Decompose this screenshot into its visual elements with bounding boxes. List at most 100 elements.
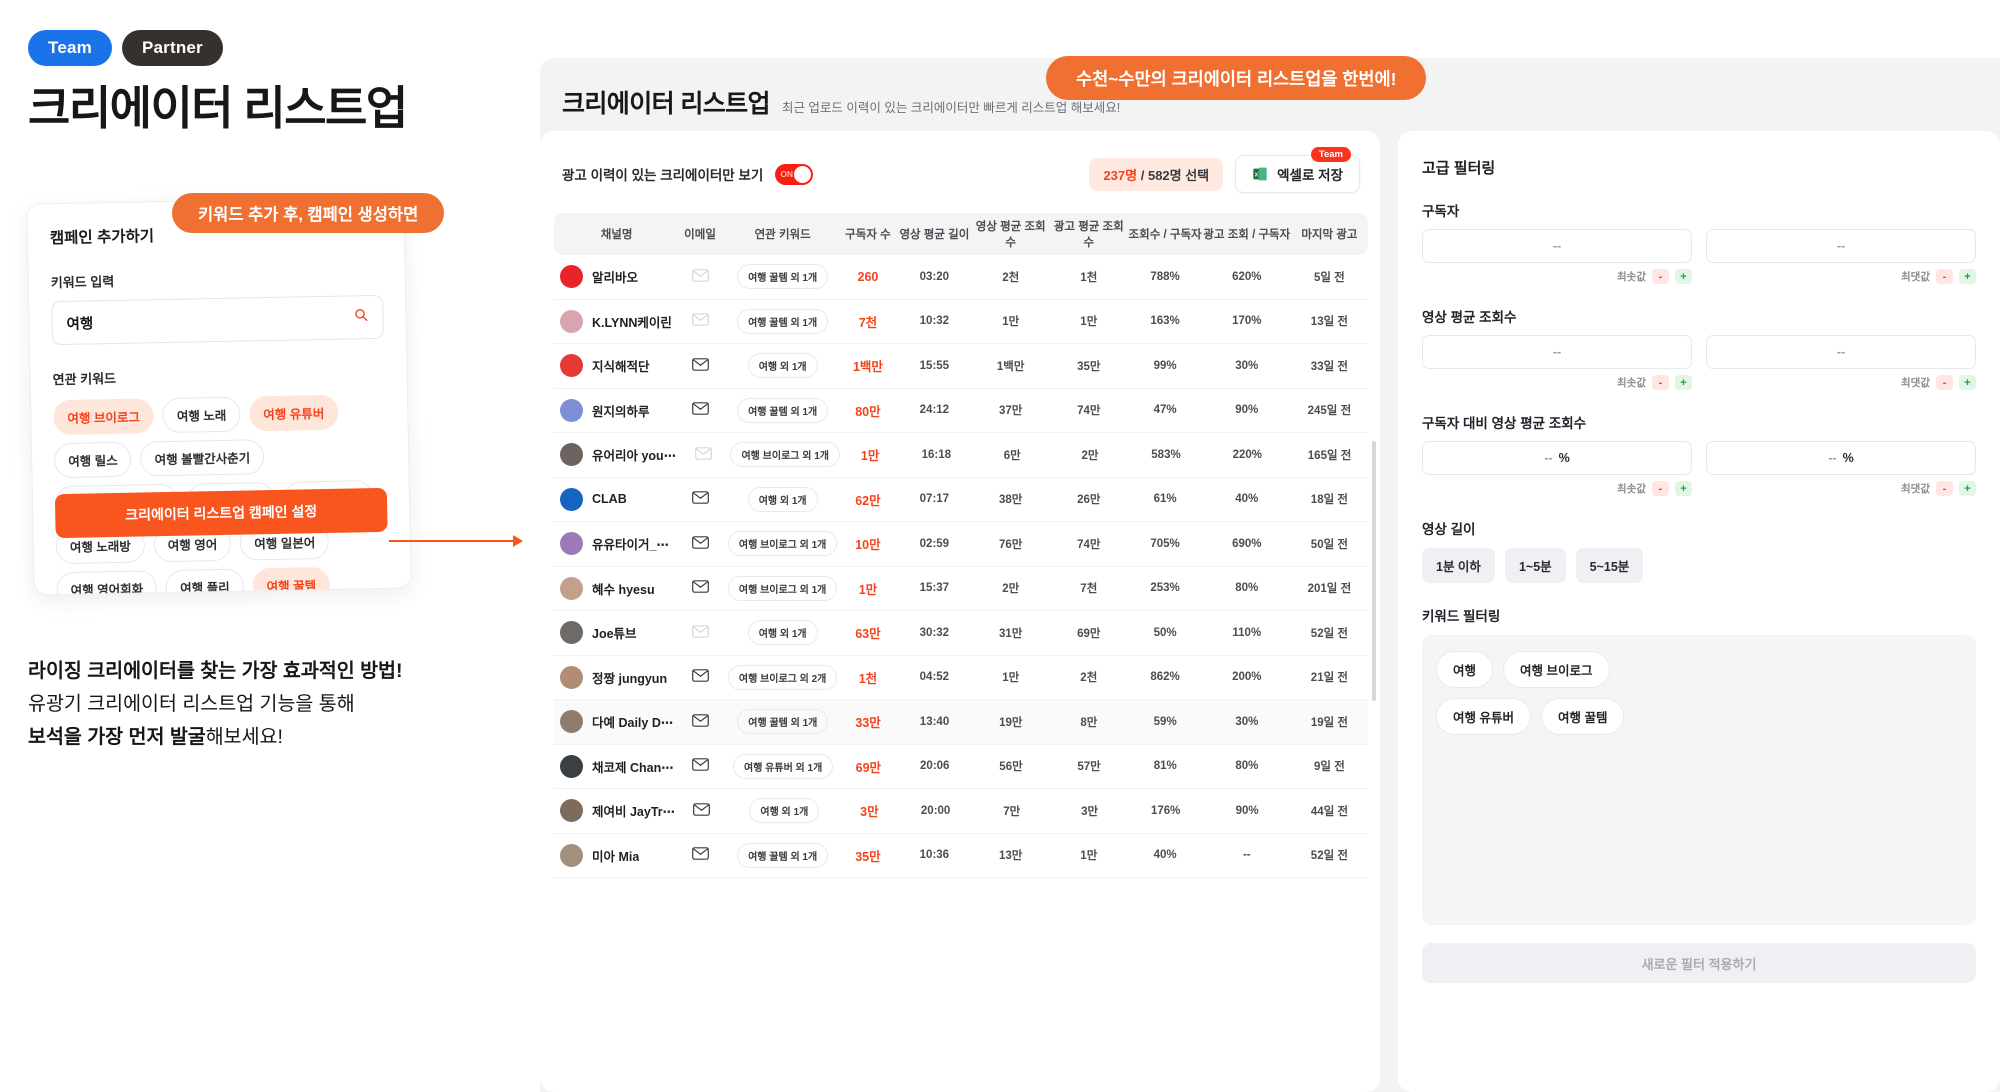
keyword-filter-chip[interactable]: 여행 브이로그 — [1503, 651, 1609, 688]
avg-video-length: 10:36 — [898, 849, 972, 861]
table-row[interactable]: 지식해적단여행 외 1개1백만15:551백만35만99%30%33일 전 — [554, 344, 1368, 389]
table-row[interactable]: 채코제 Chan⋯여행 유튜버 외 1개69만20:0656만57만81%80%… — [554, 745, 1368, 790]
email-icon[interactable] — [675, 803, 729, 819]
email-icon[interactable] — [673, 269, 727, 285]
selection-count-value: 237명 — [1103, 168, 1137, 183]
related-keyword-chip[interactable]: 여행 유튜버 — [249, 395, 339, 432]
table-row[interactable]: 혜수 hyesu여행 브이로그 외 1개1만15:372만7천253%80%20… — [554, 567, 1368, 612]
related-keyword-chip[interactable]: 여행 영어회화 — [56, 570, 157, 595]
email-icon[interactable] — [673, 358, 727, 374]
filter-max-input[interactable]: -- — [1706, 335, 1976, 369]
filter-max-decrement[interactable]: - — [1936, 269, 1953, 284]
related-keyword-chip[interactable]: 여행 꿀템 — [252, 567, 330, 596]
email-icon[interactable] — [673, 714, 727, 730]
filter-max-input[interactable]: -- — [1706, 229, 1976, 263]
video-length-option[interactable]: 1~5분 — [1505, 548, 1566, 583]
avatar — [560, 488, 583, 511]
filter-min-input[interactable]: -- — [1422, 335, 1692, 369]
table-row[interactable]: 제여비 JayTr⋯여행 외 1개3만20:007만3만176%90%44일 전 — [554, 789, 1368, 834]
avg-video-length: 15:37 — [898, 582, 972, 594]
email-icon[interactable] — [673, 536, 727, 552]
email-icon[interactable] — [673, 625, 727, 641]
filter-max-increment[interactable]: + — [1959, 481, 1976, 496]
table-row[interactable]: 정짱 jungyun여행 브이로그 외 2개1천04:521만2천862%200… — [554, 656, 1368, 701]
filter-group-list: 구독자--최솟값-+--최댓값-+영상 평균 조회수--최솟값-+--최댓값-+… — [1422, 200, 1976, 496]
keyword-cell: 여행 꿀템 외 1개 — [727, 398, 838, 423]
filter-min-decrement[interactable]: - — [1652, 375, 1669, 390]
keyword-filter-chip[interactable]: 여행 꿀템 — [1541, 698, 1624, 735]
avg-views: 31만 — [971, 625, 1050, 641]
email-icon[interactable] — [673, 580, 727, 596]
avatar — [560, 844, 583, 867]
filter-min-input[interactable]: -- — [1422, 229, 1692, 263]
create-campaign-button[interactable]: 크리에이터 리스트업 캠페인 설정 — [55, 488, 388, 538]
avatar — [560, 310, 583, 333]
search-icon[interactable] — [353, 307, 368, 327]
related-keywords-label: 연관 키워드 — [52, 363, 384, 388]
table-row[interactable]: K.LYNN케이린여행 꿀템 외 1개7천10:321만1만163%170%13… — [554, 300, 1368, 345]
table-row[interactable]: 다예 Daily D⋯여행 꿀템 외 1개33만13:4019만8만59%30%… — [554, 700, 1368, 745]
email-icon[interactable] — [673, 402, 727, 418]
subscriber-count: 1백만 — [838, 356, 897, 375]
email-icon[interactable] — [674, 758, 728, 774]
email-icon[interactable] — [673, 313, 727, 329]
filter-max-decrement[interactable]: - — [1936, 481, 1953, 496]
table-scrollbar[interactable] — [1372, 441, 1376, 701]
filter-max-increment[interactable]: + — [1959, 375, 1976, 390]
filter-group-label: 구독자 대비 영상 평균 조회수 — [1422, 412, 1976, 432]
views-per-subscriber: 705% — [1127, 538, 1202, 550]
last-ad-date: 18일 전 — [1291, 491, 1368, 507]
subscriber-count: 69만 — [839, 757, 898, 776]
filter-min-decrement[interactable]: - — [1652, 481, 1669, 496]
badge-team[interactable]: Team — [28, 30, 112, 66]
avg-views: 1백만 — [971, 358, 1050, 374]
table-row[interactable]: CLAB여행 외 1개62만07:1738만26만61%40%18일 전 — [554, 478, 1368, 523]
keyword-input[interactable]: 여행 — [51, 295, 384, 345]
table-row[interactable]: 알리바오여행 꿀템 외 1개26003:202천1천788%620%5일 전 — [554, 255, 1368, 300]
tagline-line3-rest: 해보세요! — [206, 726, 283, 748]
export-excel-button[interactable]: Team X 엑셀로 저장 — [1235, 155, 1360, 193]
filter-min-input[interactable]: --% — [1422, 441, 1692, 475]
tagline-line1-strong: 라이징 크리에이터를 찾는 가장 효과적인 방법 — [28, 660, 396, 682]
related-keyword-chip[interactable]: 여행 브이로그 — [53, 398, 154, 435]
table-column-header: 광고 조회 / 구독자 — [1203, 226, 1291, 242]
apply-filter-button[interactable]: 새로운 필터 적용하기 — [1422, 943, 1976, 983]
table-row[interactable]: 미아 Mia여행 꿀템 외 1개35만10:3613만1만40%--52일 전 — [554, 834, 1368, 879]
keyword-filter-row-2: 여행 유튜버 여행 꿀템 — [1436, 698, 1962, 735]
email-icon[interactable] — [673, 491, 727, 507]
email-icon[interactable] — [673, 669, 727, 685]
video-length-option[interactable]: 5~15분 — [1576, 548, 1644, 583]
table-body: 알리바오여행 꿀템 외 1개26003:202천1천788%620%5일 전K.… — [554, 255, 1368, 878]
related-keyword-chip[interactable]: 여행 릴스 — [54, 442, 132, 478]
last-ad-date: 44일 전 — [1291, 803, 1368, 819]
badge-partner[interactable]: Partner — [122, 30, 223, 66]
keyword-filter-chip[interactable]: 여행 — [1436, 651, 1493, 688]
table-row[interactable]: 원지의하루여행 꿀템 외 1개80만24:1237만74만47%90%245일 … — [554, 389, 1368, 434]
avg-views: 37만 — [971, 402, 1050, 418]
filter-max-decrement[interactable]: - — [1936, 375, 1953, 390]
keyword-filter-chip[interactable]: 여행 유튜버 — [1436, 698, 1531, 735]
email-icon[interactable] — [676, 447, 730, 463]
related-keyword-chip[interactable]: 여행 볼빨간사춘기 — [140, 439, 264, 476]
filter-group: 구독자--최솟값-+--최댓값-+ — [1422, 200, 1976, 284]
views-per-subscriber: 59% — [1127, 716, 1202, 728]
campaign-card-wrapper: 캠페인 추가하기 키워드 입력 여행 연관 키워드 여행 브이로그여행 노래여행… — [26, 196, 411, 595]
filter-max-input[interactable]: --% — [1706, 441, 1976, 475]
ad-history-toggle[interactable]: ON — [775, 164, 813, 185]
filter-min-increment[interactable]: + — [1675, 269, 1692, 284]
filter-max-increment[interactable]: + — [1959, 269, 1976, 284]
video-length-option[interactable]: 1분 이하 — [1422, 548, 1495, 583]
related-keyword-chip[interactable]: 여행 노래 — [163, 397, 241, 433]
table-row[interactable]: Joe튜브여행 외 1개63만30:3231만69만50%110%52일 전 — [554, 611, 1368, 656]
filter-min-decrement[interactable]: - — [1652, 269, 1669, 284]
ad-views-per-subscriber: 690% — [1203, 538, 1291, 550]
table-row[interactable]: 유어리아 you⋯여행 브이로그 외 1개1만16:186만2만583%220%… — [554, 433, 1368, 478]
table-row[interactable]: 유유타이거_⋯여행 브이로그 외 1개10만02:5976만74만705%690… — [554, 522, 1368, 567]
excel-icon: X — [1252, 166, 1268, 182]
email-icon[interactable] — [673, 847, 727, 863]
last-ad-date: 52일 전 — [1291, 625, 1368, 641]
filter-min-increment[interactable]: + — [1675, 375, 1692, 390]
filter-min-increment[interactable]: + — [1675, 481, 1692, 496]
creator-name: 채코제 Chan⋯ — [592, 757, 674, 776]
related-keyword-chip[interactable]: 여행 플리 — [166, 569, 244, 596]
